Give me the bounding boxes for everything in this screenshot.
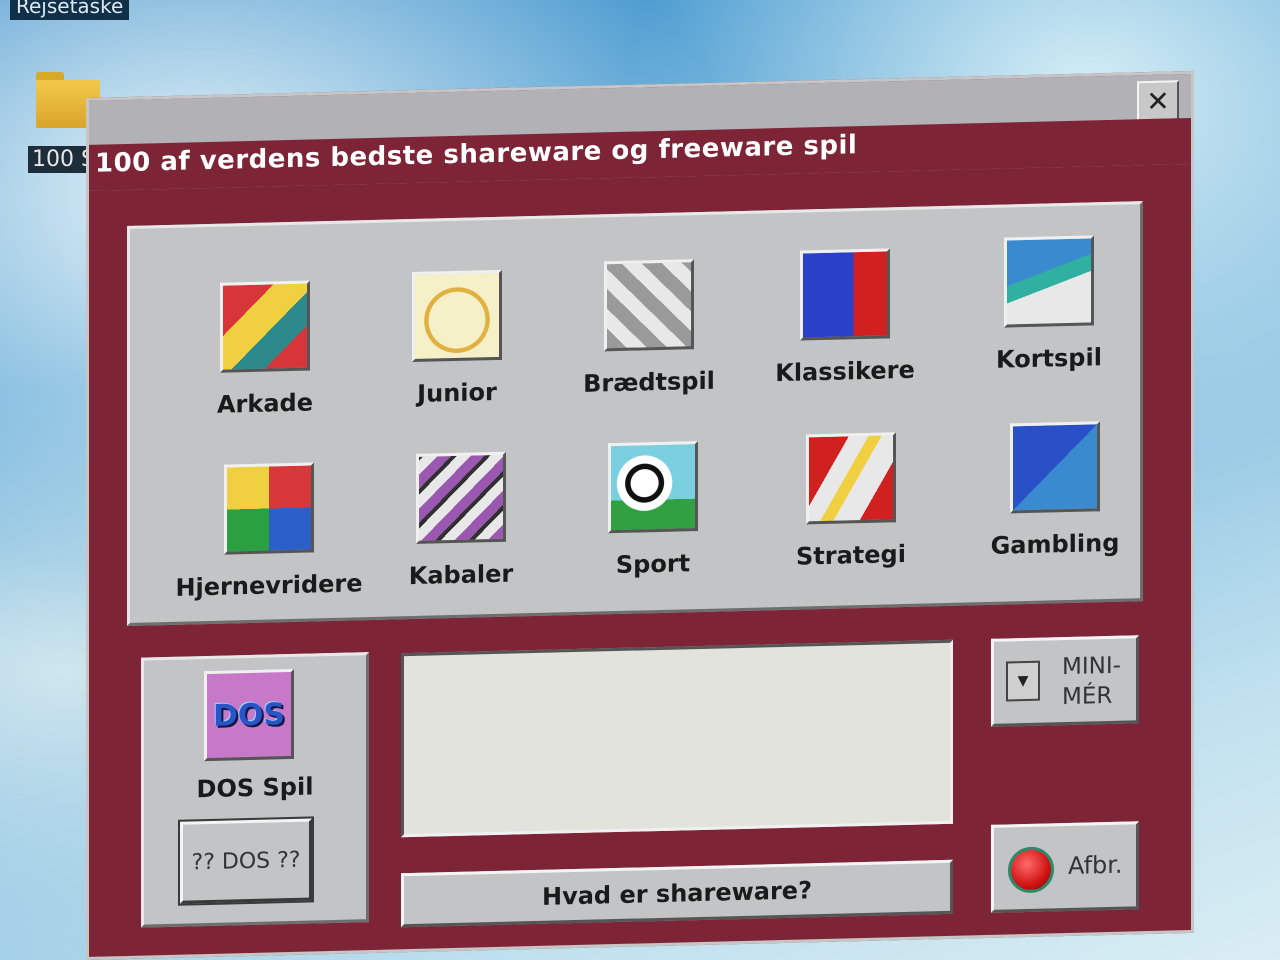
game-arkade[interactable]: Arkade: [170, 279, 360, 444]
minimize-label-line2: MÉR: [1062, 682, 1113, 711]
game-kortspil[interactable]: Kortspil: [954, 234, 1144, 399]
minimize-button[interactable]: ▼ MINI- MÉR: [991, 635, 1139, 727]
stop-icon: [1008, 846, 1054, 894]
classics-dice-icon: [800, 248, 890, 341]
dos-games-icon[interactable]: DOS: [204, 668, 294, 762]
app-window: ✕ 100 af verdens bedste shareware og fre…: [86, 70, 1194, 960]
game-label: Arkade: [216, 388, 314, 419]
what-is-shareware-button[interactable]: Hvad er shareware?: [401, 859, 953, 928]
arcade-hand-icon: [220, 280, 310, 373]
chevron-down-icon: ▼: [1006, 660, 1040, 702]
close-icon: ✕: [1146, 84, 1170, 118]
game-braedtspil[interactable]: Brædtspil: [554, 258, 744, 423]
puzzle-icon: [224, 462, 314, 555]
game-label: Klassikere: [775, 355, 915, 388]
cards-icon: [1004, 235, 1094, 328]
junior-face-icon: [412, 269, 502, 363]
dos-icon-text: DOS: [212, 696, 285, 734]
game-junior[interactable]: Junior: [362, 269, 552, 434]
game-label: Junior: [417, 377, 497, 408]
game-sport[interactable]: Sport: [558, 440, 748, 605]
chess-piece-icon: [604, 259, 694, 352]
game-label: Strategi: [796, 539, 906, 571]
soccer-ball-icon: [608, 441, 698, 534]
dos-panel: DOS DOS Spil ?? DOS ??: [141, 652, 369, 928]
cancel-button[interactable]: Afbr.: [991, 821, 1139, 913]
game-label: Brædtspil: [583, 366, 715, 398]
game-strategi[interactable]: Strategi: [756, 431, 946, 596]
game-label: Kabaler: [408, 559, 514, 591]
game-kabaler[interactable]: Kabaler: [366, 451, 556, 616]
minimize-label-line1: MINI-: [1062, 652, 1121, 681]
game-label: Kortspil: [996, 343, 1102, 374]
dos-help-button[interactable]: ?? DOS ??: [178, 816, 314, 906]
game-gambling[interactable]: Gambling: [960, 420, 1150, 585]
games-panel: Arkade Junior Brædtspil Klassikere Korts…: [127, 201, 1143, 626]
gambling-dice-icon: [1010, 421, 1100, 514]
game-klassikere[interactable]: Klassikere: [750, 247, 940, 412]
game-label: Sport: [615, 549, 691, 580]
dos-label: DOS Spil: [196, 772, 314, 804]
description-box: [401, 639, 953, 838]
solitaire-icon: [416, 451, 506, 544]
minimize-label: MINI- MÉR: [1062, 651, 1121, 712]
strategy-lightning-icon: [806, 432, 896, 525]
desktop-icon-label[interactable]: Rejsetaske: [10, 0, 130, 20]
game-label: Gambling: [990, 528, 1120, 560]
close-button[interactable]: ✕: [1137, 80, 1179, 122]
desktop-folder-label[interactable]: 100 S: [28, 146, 86, 173]
game-hjernevridere[interactable]: Hjernevridere: [174, 461, 364, 626]
game-label: Hjernevridere: [175, 569, 363, 602]
cancel-label: Afbr.: [1068, 850, 1123, 881]
